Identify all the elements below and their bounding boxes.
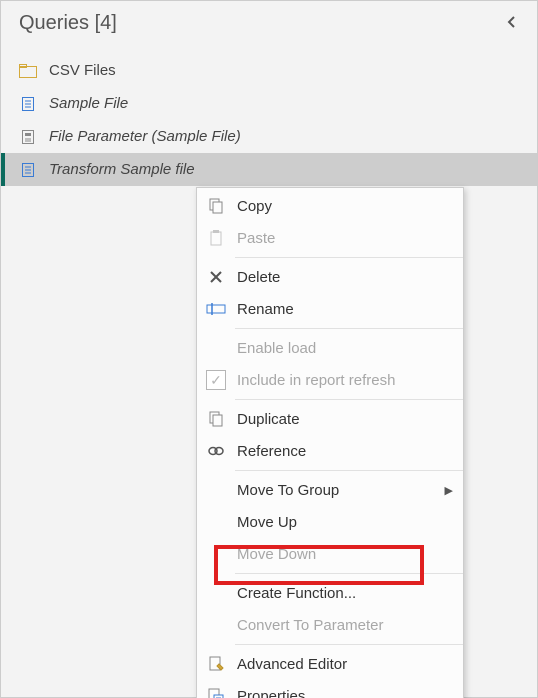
menu-label: Duplicate bbox=[237, 411, 453, 428]
properties-icon bbox=[205, 685, 227, 698]
menu-label: Advanced Editor bbox=[237, 656, 453, 673]
menu-duplicate[interactable]: Duplicate bbox=[197, 403, 463, 435]
query-label: Transform Sample file bbox=[49, 161, 195, 178]
blank-icon bbox=[205, 582, 227, 604]
menu-label: Enable load bbox=[237, 340, 453, 357]
menu-label: Convert To Parameter bbox=[237, 617, 453, 634]
blank-icon bbox=[205, 479, 227, 501]
submenu-arrow-icon: ▶ bbox=[445, 484, 453, 497]
menu-enable-load: Enable load bbox=[197, 332, 463, 364]
menu-copy[interactable]: Copy bbox=[197, 190, 463, 222]
blank-icon bbox=[205, 543, 227, 565]
query-item-csv-files[interactable]: CSV Files bbox=[1, 54, 537, 87]
menu-advanced-editor[interactable]: Advanced Editor bbox=[197, 648, 463, 680]
menu-divider bbox=[235, 328, 463, 329]
parameter-icon bbox=[19, 128, 37, 146]
copy-icon bbox=[205, 195, 227, 217]
blank-icon bbox=[205, 614, 227, 636]
menu-label: Include in report refresh bbox=[237, 372, 453, 389]
queries-panel: Queries [4] CSV Files Sample File File P… bbox=[0, 0, 538, 698]
query-item-sample-file[interactable]: Sample File bbox=[1, 87, 537, 120]
context-menu: Copy Paste Delete Rename Enable load bbox=[196, 187, 464, 698]
query-item-file-parameter[interactable]: File Parameter (Sample File) bbox=[1, 120, 537, 153]
menu-reference[interactable]: Reference bbox=[197, 435, 463, 467]
menu-divider bbox=[235, 257, 463, 258]
query-label: Sample File bbox=[49, 95, 128, 112]
menu-divider bbox=[235, 644, 463, 645]
menu-paste: Paste bbox=[197, 222, 463, 254]
menu-label: Rename bbox=[237, 301, 453, 318]
collapse-icon[interactable] bbox=[501, 9, 523, 38]
menu-rename[interactable]: Rename bbox=[197, 293, 463, 325]
reference-icon bbox=[205, 440, 227, 462]
menu-divider bbox=[235, 470, 463, 471]
menu-label: Delete bbox=[237, 269, 453, 286]
duplicate-icon bbox=[205, 408, 227, 430]
blank-icon bbox=[205, 511, 227, 533]
menu-label: Create Function... bbox=[237, 585, 453, 602]
checkbox-checked-icon: ✓ bbox=[205, 369, 227, 391]
menu-convert-to-parameter: Convert To Parameter bbox=[197, 609, 463, 641]
menu-label: Move To Group bbox=[237, 482, 435, 499]
document-icon bbox=[19, 161, 37, 179]
menu-label: Copy bbox=[237, 198, 453, 215]
menu-include-refresh: ✓ Include in report refresh bbox=[197, 364, 463, 396]
query-label: File Parameter (Sample File) bbox=[49, 128, 241, 145]
menu-divider bbox=[235, 399, 463, 400]
menu-label: Paste bbox=[237, 230, 453, 247]
advanced-editor-icon bbox=[205, 653, 227, 675]
query-item-transform-sample[interactable]: Transform Sample file bbox=[1, 153, 537, 186]
menu-create-function[interactable]: Create Function... bbox=[197, 577, 463, 609]
folder-icon bbox=[19, 62, 37, 80]
rename-icon bbox=[205, 298, 227, 320]
menu-move-down: Move Down bbox=[197, 538, 463, 570]
menu-properties[interactable]: Properties... bbox=[197, 680, 463, 698]
query-label: CSV Files bbox=[49, 62, 116, 79]
panel-header: Queries [4] bbox=[1, 1, 537, 48]
blank-icon bbox=[205, 337, 227, 359]
menu-label: Properties... bbox=[237, 688, 453, 698]
query-list: CSV Files Sample File File Parameter (Sa… bbox=[1, 48, 537, 186]
paste-icon bbox=[205, 227, 227, 249]
menu-delete[interactable]: Delete bbox=[197, 261, 463, 293]
menu-divider bbox=[235, 573, 463, 574]
panel-title: Queries [4] bbox=[19, 12, 117, 35]
menu-move-up[interactable]: Move Up bbox=[197, 506, 463, 538]
menu-label: Reference bbox=[237, 443, 453, 460]
menu-move-to-group[interactable]: Move To Group ▶ bbox=[197, 474, 463, 506]
menu-label: Move Up bbox=[237, 514, 453, 531]
delete-icon bbox=[205, 266, 227, 288]
menu-label: Move Down bbox=[237, 546, 453, 563]
document-icon bbox=[19, 95, 37, 113]
